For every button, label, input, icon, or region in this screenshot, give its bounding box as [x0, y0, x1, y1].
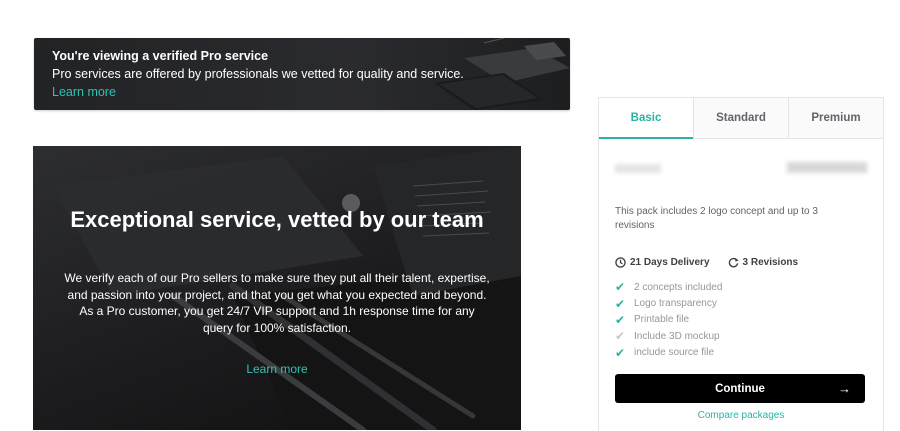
feature-item: ✔ Include 3D mockup [615, 329, 720, 344]
continue-label: Continue [715, 382, 765, 395]
tab-basic[interactable]: Basic [599, 98, 693, 139]
blurred-title [615, 164, 661, 173]
delivery-info: 21 Days Delivery 3 Revisions [615, 257, 798, 268]
banner-title: You're viewing a verified Pro service [52, 49, 269, 63]
continue-button[interactable]: Continue → [615, 374, 865, 403]
banner-text: Pro services are offered by professional… [52, 67, 464, 81]
feature-item: ✔ Printable file [615, 312, 690, 327]
feature-item: ✔ 2 concepts included [615, 280, 723, 295]
package-description: This pack includes 2 logo concept and up… [615, 206, 818, 231]
arrow-right-icon: → [838, 381, 851, 396]
revisions-count: 3 Revisions [742, 257, 799, 268]
hero-learn-more-link[interactable]: Learn more [33, 362, 521, 376]
banner-learn-more-link[interactable]: Learn more [52, 85, 116, 99]
hero-title: Exceptional service, vetted by our team [70, 207, 484, 232]
pro-hero-section: Exceptional service, vetted by our team … [33, 146, 521, 430]
clock-icon [615, 257, 626, 268]
package-card: Basic Standard Premium This pack include… [598, 97, 884, 431]
feature-item: ✔ include source file [615, 345, 715, 360]
hero-paragraph-2: As a Pro customer, you get 24/7 VIP supp… [79, 304, 475, 335]
package-tabs: Basic Standard Premium [599, 98, 883, 139]
check-icon: ✔ [615, 329, 626, 344]
refresh-icon [728, 257, 739, 268]
check-icon: ✔ [615, 312, 626, 327]
check-icon: ✔ [615, 345, 626, 360]
check-icon: ✔ [615, 280, 626, 295]
tab-premium[interactable]: Premium [788, 98, 883, 138]
compare-packages-link[interactable]: Compare packages [599, 410, 883, 421]
feature-item: ✔ Logo transparency [615, 296, 717, 311]
tab-standard[interactable]: Standard [693, 98, 788, 138]
check-icon: ✔ [615, 296, 626, 311]
feature-list: ✔ 2 concepts included ✔ Logo transparency … [615, 279, 722, 361]
hero-body: We verify each of our Pro sellers to mak… [63, 270, 491, 336]
blurred-price [787, 162, 867, 173]
delivery-time: 21 Days Delivery [630, 257, 710, 268]
blurred-package-title-price [615, 162, 867, 176]
hero-paragraph-1: We verify each of our Pro sellers to mak… [64, 271, 490, 302]
verified-pro-banner: You're viewing a verified Pro service Pr… [34, 38, 570, 110]
